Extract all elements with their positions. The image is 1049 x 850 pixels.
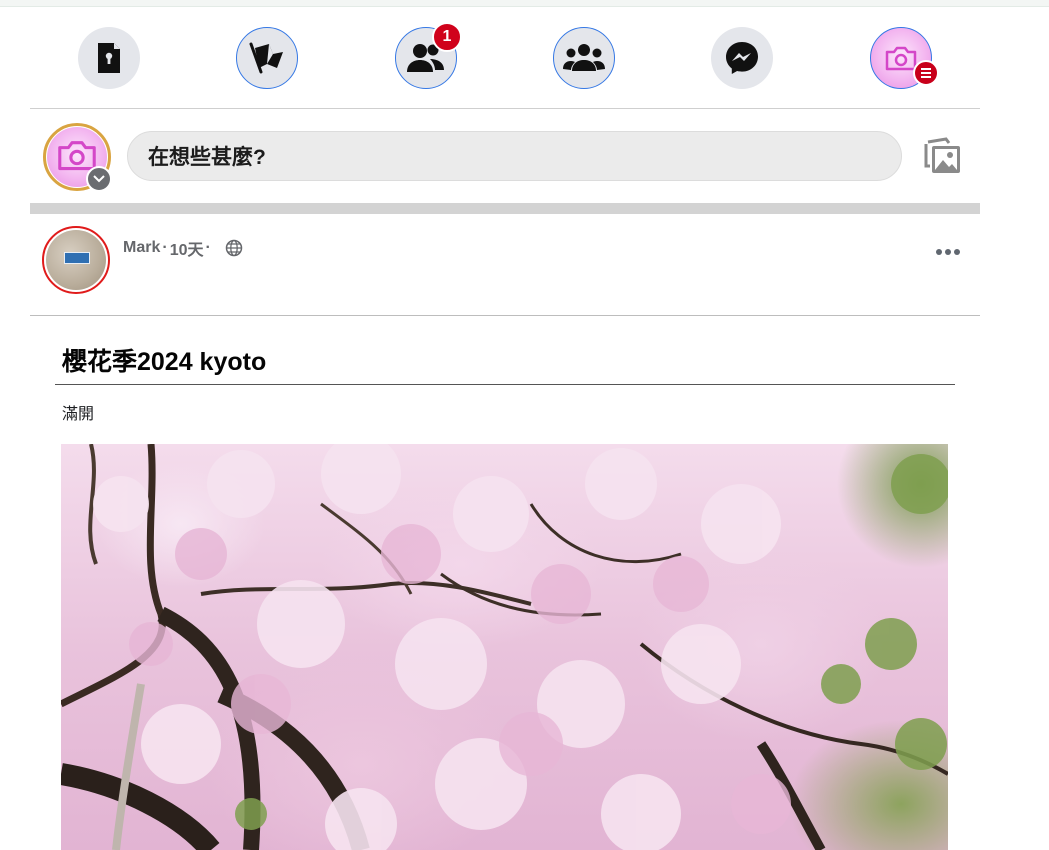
flag-icon [247,38,287,78]
more-dots-icon[interactable] [936,247,962,257]
nav-flags-button[interactable] [236,27,298,89]
cherry-blossom-image [61,444,948,850]
nav-profile-button[interactable] [870,27,939,89]
friends-notification-badge: 1 [432,22,462,52]
post-title: 櫻花季2024 kyoto [62,348,267,376]
messenger-icon [724,40,760,76]
section-divider [30,203,980,214]
post-photo[interactable] [61,444,948,850]
top-strip [0,0,1049,7]
post-composer: 在想些甚麼? [30,110,980,203]
post-time[interactable]: 10天 [170,236,204,260]
post-header: Mark · 10天 · [30,214,980,316]
groups-icon [562,43,606,73]
post-meta: Mark · 10天 · [123,236,243,260]
menu-icon[interactable] [913,60,939,86]
nav-bar: 1 [30,7,980,109]
photo-gallery-icon [922,137,966,182]
nav-messenger-button[interactable] [711,27,773,89]
photo-gallery-button[interactable] [922,134,966,178]
globe-icon[interactable] [225,239,243,257]
author-avatar[interactable] [42,226,110,294]
nav-groups-button[interactable] [553,27,615,89]
composer-avatar[interactable] [43,123,112,192]
nav-friends-button[interactable]: 1 [395,22,462,89]
author-name[interactable]: Mark [123,239,160,257]
nav-pages-button[interactable] [78,27,140,89]
camera-icon [885,45,917,71]
status-input[interactable]: 在想些甚麼? [127,131,902,181]
title-divider [55,384,955,385]
chevron-down-icon[interactable] [86,166,112,192]
post-text: 滿開 [62,406,95,423]
door-document-icon [95,42,123,74]
